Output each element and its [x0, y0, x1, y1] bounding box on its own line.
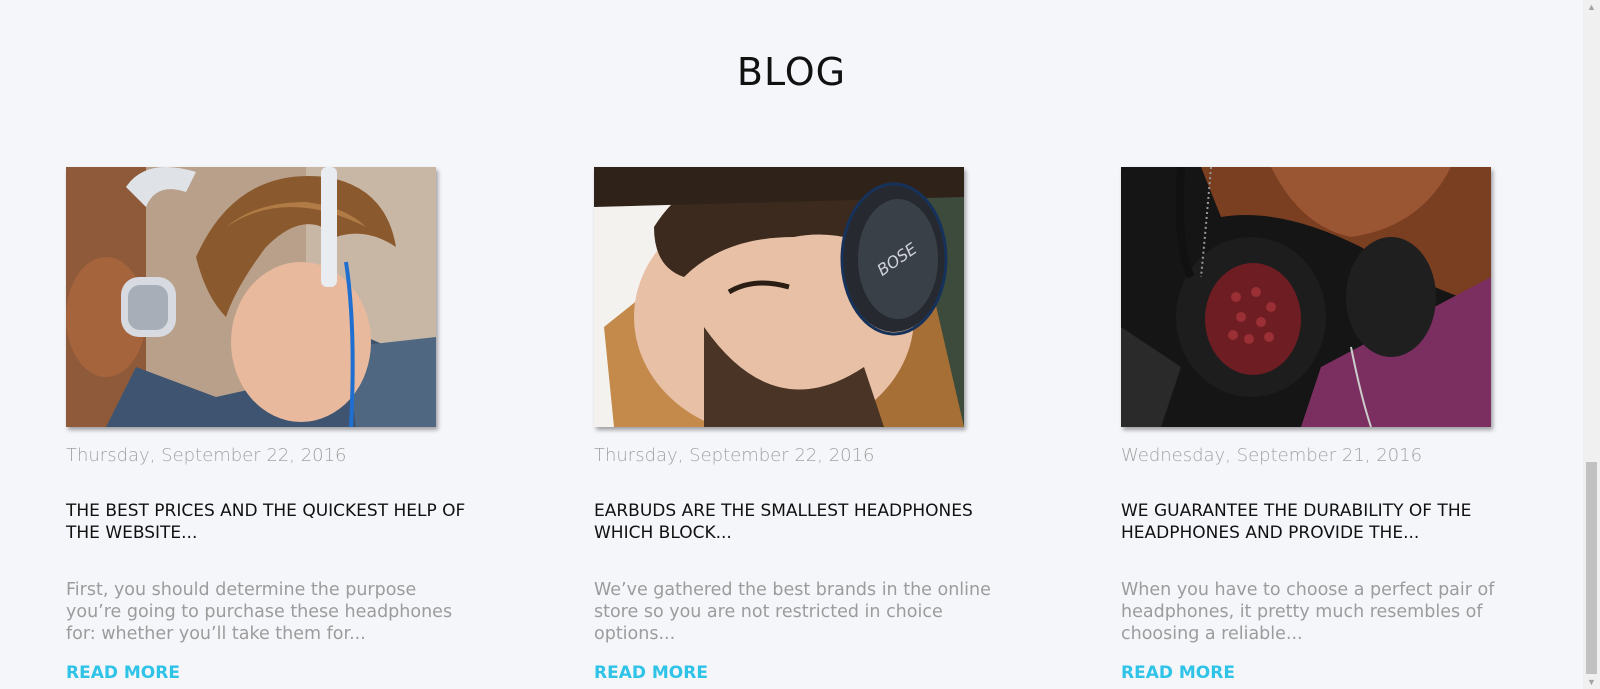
- post-title[interactable]: THE BEST PRICES AND THE QUICKEST HELP OF…: [66, 500, 476, 544]
- post-image[interactable]: BOSE: [594, 167, 964, 427]
- post-image[interactable]: [1121, 167, 1491, 427]
- post-image[interactable]: [66, 167, 436, 427]
- scroll-down-icon[interactable]: ▼: [1583, 675, 1600, 689]
- post-excerpt: When you have to choose a perfect pair o…: [1121, 580, 1495, 644]
- read-more-link[interactable]: READ MORE: [1121, 663, 1235, 683]
- blog-card: Wednesday, September 21, 2016 WE GUARANT…: [1121, 167, 1541, 683]
- man-with-white-headphones-photo: [66, 167, 436, 427]
- bearded-man-with-bose-headphones-photo: BOSE: [594, 167, 964, 427]
- read-more-link[interactable]: READ MORE: [594, 663, 708, 683]
- vertical-scrollbar[interactable]: ▲ ▼: [1583, 0, 1600, 689]
- blog-section: BLOG Thursday, September 22, 2016 THE BE…: [0, 0, 1583, 689]
- section-title: BLOG: [736, 50, 847, 94]
- post-date: Wednesday, September 21, 2016: [1121, 445, 1423, 466]
- read-more-link[interactable]: READ MORE: [66, 663, 180, 683]
- post-title[interactable]: WE GUARANTEE THE DURABILITY OF THE HEADP…: [1121, 500, 1531, 544]
- scrollbar-thumb[interactable]: [1586, 462, 1597, 674]
- post-title[interactable]: EARBUDS ARE THE SMALLEST HEADPHONES WHIC…: [594, 500, 1004, 544]
- post-excerpt: First, you should determine the purpose …: [66, 580, 453, 644]
- headphones-around-neck-photo: [1121, 167, 1491, 427]
- blog-card: Thursday, September 22, 2016 THE BEST PR…: [66, 167, 486, 683]
- post-excerpt: We’ve gathered the best brands in the on…: [594, 580, 991, 644]
- post-date: Thursday, September 22, 2016: [594, 445, 875, 466]
- blog-card: BOSE Thursday, September 22, 2016 EARBUD…: [594, 167, 1014, 683]
- post-date: Thursday, September 22, 2016: [66, 445, 347, 466]
- scroll-up-icon[interactable]: ▲: [1583, 0, 1600, 14]
